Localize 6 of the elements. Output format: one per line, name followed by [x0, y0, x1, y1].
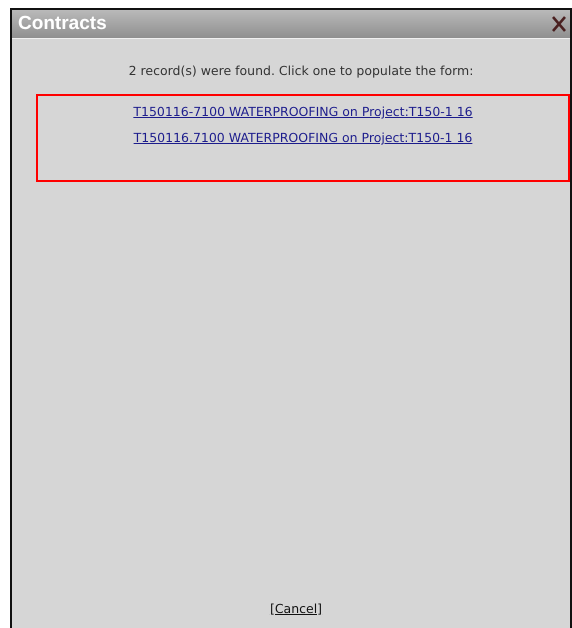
cancel-link[interactable]: [Cancel]	[270, 601, 322, 616]
close-icon[interactable]	[552, 16, 566, 32]
record-link[interactable]: T150116.7100 WATERPROOFING on Project:T150-1 16	[134, 130, 472, 145]
window-title: Contracts	[18, 13, 107, 35]
results-message: 2 record(s) were found. Click one to populate the form:	[128, 63, 474, 78]
record-link[interactable]: T150116-7100 WATERPROOFING on Project:T150-1 16	[133, 104, 473, 119]
